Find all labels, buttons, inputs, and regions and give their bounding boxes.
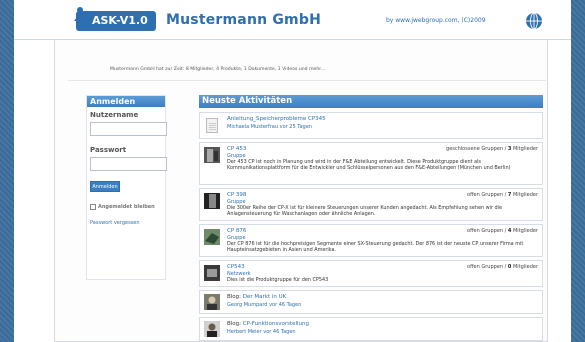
login-panel: Anmelden Nutzername Passwort Anmelden An… — [86, 95, 167, 280]
forgot-password-link[interactable]: Passwort vergessen — [90, 220, 165, 226]
stay-logged-in-label: Angemeldet bleiben — [98, 204, 155, 210]
login-button[interactable]: Anmelden — [90, 181, 120, 192]
username-label: Nutzername — [90, 111, 139, 119]
logo[interactable]: ASK-V1.0 — [76, 11, 156, 31]
member-label: Mitglieder — [511, 228, 538, 234]
avatar[interactable] — [204, 294, 220, 310]
group-thumbnail[interactable] — [204, 147, 220, 163]
activity-title: Blog: Der Markt in UK — [227, 294, 286, 300]
password-label: Passwort — [90, 146, 127, 154]
company-name: Mustermann GmbH — [166, 12, 321, 28]
activity-title[interactable]: CP543 — [227, 264, 245, 270]
group-status: offen Gruppen / — [467, 228, 508, 234]
activity-item: Anleitung_Speicherprobleme CP345 Michael… — [199, 112, 543, 139]
copyright-link[interactable]: by www.jwebgroup.com, (C)2009 — [386, 17, 486, 24]
activity-membership: offen Gruppen / 7 Mitglieder — [467, 192, 538, 198]
activity-meta[interactable]: Herbert Meier vor 46 Tagen — [227, 329, 296, 335]
login-title: Anmelden — [87, 96, 165, 107]
activity-membership: geschlossene Gruppen / 3 Mitglieder — [446, 146, 538, 152]
group-thumbnail[interactable] — [204, 229, 220, 245]
header: ASK-V1.0 Mustermann GmbH by www.jwebgrou… — [14, 0, 571, 40]
activity-item: CP 398 offen Gruppen / 7 Mitglieder Grup… — [199, 188, 543, 221]
member-label: Mitglieder — [511, 264, 538, 270]
avatar[interactable] — [204, 321, 220, 337]
blog-link[interactable]: CP-Funktionsvorstellung — [243, 321, 309, 327]
activity-item: CP543 offen Gruppen / 0 Mitglieder Netzw… — [199, 260, 543, 287]
blog-prefix: Blog: — [227, 294, 243, 300]
activity-description: Der 453 CP ist noch in Planung und wird … — [227, 159, 511, 171]
group-status: geschlossene Gruppen / — [446, 146, 508, 152]
activity-title[interactable]: CP 876 — [227, 228, 246, 234]
stats-line: Mustermann GmbH hat zur Zeit: 8 Mitglied… — [110, 67, 326, 72]
password-field[interactable] — [90, 157, 167, 171]
activity-title[interactable]: CP 453 — [227, 146, 246, 152]
blog-link[interactable]: Der Markt in UK — [243, 294, 287, 300]
activity-title[interactable]: Anleitung_Speicherprobleme CP345 — [227, 116, 326, 122]
activities-title: Neuste Aktivitäten — [199, 95, 543, 108]
activity-membership: offen Gruppen / 0 Mitglieder — [467, 264, 538, 270]
activity-item: Blog: Der Markt in UK Georg Mumpard vor … — [199, 290, 543, 314]
activity-item: CP 876 offen Gruppen / 4 Mitglieder Grup… — [199, 224, 543, 257]
activity-meta[interactable]: Michaela Musterfrau vor 25 Tagen — [227, 124, 312, 130]
activity-title: Blog: CP-Funktionsvorstellung — [227, 321, 309, 327]
activity-description: Der CP 876 ist für die hochpreisigen Seg… — [227, 241, 524, 253]
blog-prefix: Blog: — [227, 321, 243, 327]
divider — [68, 80, 546, 81]
activity-membership: offen Gruppen / 4 Mitglieder — [467, 228, 538, 234]
member-label: Mitglieder — [511, 192, 538, 198]
activity-title[interactable]: CP 398 — [227, 192, 246, 198]
stay-logged-in-row: Angemeldet bleiben — [90, 204, 165, 210]
stay-logged-in-checkbox[interactable] — [90, 204, 96, 210]
activity-description: Dies ist die Produktgruppe für den CP543 — [227, 277, 329, 283]
globe-icon[interactable] — [525, 12, 543, 30]
activity-item: Blog: CP-Funktionsvorstellung Herbert Me… — [199, 317, 543, 341]
group-status: offen Gruppen / — [467, 192, 508, 198]
activities-panel: Neuste Aktivitäten Anleitung_Speicherpro… — [199, 95, 543, 342]
username-field[interactable] — [90, 122, 167, 136]
document-icon — [206, 118, 218, 133]
activity-item: CP 453 geschlossene Gruppen / 3 Mitglied… — [199, 142, 543, 185]
activity-description: Die 300er Reihe der CP-X ist für kleiner… — [227, 205, 503, 217]
group-thumbnail[interactable] — [204, 193, 220, 209]
member-label: Mitglieder — [511, 146, 538, 152]
group-thumbnail[interactable] — [204, 265, 220, 281]
activity-meta[interactable]: Georg Mumpard vor 46 Tagen — [227, 302, 301, 308]
group-status: offen Gruppen / — [467, 264, 508, 270]
